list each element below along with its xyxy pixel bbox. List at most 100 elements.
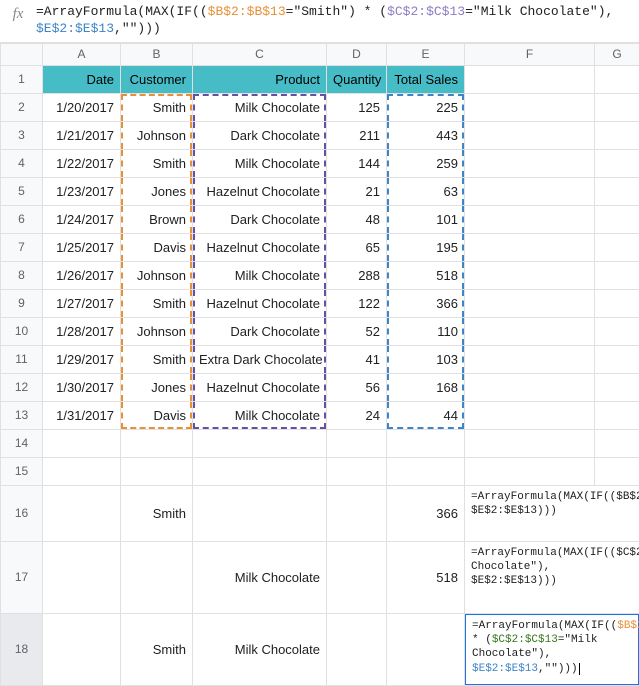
cell[interactable] [595,93,639,121]
formula-text-cell[interactable]: =ArrayFormula(MAX(IF(($C$2:$C$13="Milk C… [465,541,639,613]
cell-product[interactable]: Milk Chocolate [193,261,327,289]
cell-date[interactable]: 1/26/2017 [43,261,121,289]
cell-qty[interactable]: 211 [327,121,387,149]
header-customer[interactable]: Customer [121,65,193,93]
cell[interactable] [465,317,595,345]
cell-sales[interactable]: 101 [387,205,465,233]
cell[interactable] [465,289,595,317]
formula-text-cell[interactable]: =ArrayFormula(MAX(IF(($B$2:$B$13="Smith"… [465,485,639,541]
cell[interactable] [121,541,193,613]
cell-customer[interactable]: Jones [121,177,193,205]
cell[interactable] [193,457,327,485]
cell[interactable] [465,121,595,149]
cell[interactable] [465,345,595,373]
cell-customer[interactable]: Jones [121,373,193,401]
row-header[interactable]: 18 [1,613,43,685]
cell[interactable] [327,613,387,685]
row-header[interactable]: 8 [1,261,43,289]
cell-qty[interactable]: 122 [327,289,387,317]
cell-customer[interactable]: Smith [121,289,193,317]
row-header[interactable]: 12 [1,373,43,401]
cell[interactable] [465,457,595,485]
row-header[interactable]: 10 [1,317,43,345]
cell-customer[interactable]: Johnson [121,261,193,289]
row-header[interactable]: 4 [1,149,43,177]
cell[interactable]: Milk Chocolate [193,541,327,613]
cell[interactable] [43,485,121,541]
cell[interactable]: Milk Chocolate [193,613,327,685]
cell[interactable]: 366 [387,485,465,541]
col-header-d[interactable]: D [327,43,387,65]
cell[interactable] [465,233,595,261]
cell[interactable] [327,429,387,457]
cell[interactable] [121,457,193,485]
cell-product[interactable]: Dark Chocolate [193,317,327,345]
corner-cell[interactable] [1,43,43,65]
cell-editor[interactable]: =ArrayFormula(MAX(IF(($B$2:$B$13="Smith"… [465,613,639,685]
cell[interactable] [327,457,387,485]
cell-date[interactable]: 1/24/2017 [43,205,121,233]
cell-product[interactable]: Hazelnut Chocolate [193,177,327,205]
cell[interactable]: Smith [121,485,193,541]
cell-sales[interactable]: 366 [387,289,465,317]
cell[interactable] [465,429,595,457]
cell[interactable] [465,205,595,233]
cell-e18[interactable]: 259 × [387,613,465,685]
col-header-f[interactable]: F [465,43,595,65]
cell[interactable] [465,373,595,401]
cell[interactable] [465,261,595,289]
cell[interactable] [43,457,121,485]
col-header-g[interactable]: G [595,43,639,65]
cell-date[interactable]: 1/31/2017 [43,401,121,429]
cell[interactable] [43,541,121,613]
cell[interactable] [595,233,639,261]
row-header[interactable]: 11 [1,345,43,373]
cell[interactable] [327,485,387,541]
cell[interactable] [43,613,121,685]
cell-qty[interactable]: 21 [327,177,387,205]
cell-sales[interactable]: 518 [387,261,465,289]
cell-product[interactable]: Milk Chocolate [193,149,327,177]
cell[interactable] [595,149,639,177]
cell-sales[interactable]: 195 [387,233,465,261]
cell-sales[interactable]: 103 [387,345,465,373]
cell-customer[interactable]: Smith [121,93,193,121]
cell-customer[interactable]: Johnson [121,121,193,149]
cell[interactable] [465,401,595,429]
cell[interactable] [387,457,465,485]
cell-customer[interactable]: Brown [121,205,193,233]
row-header[interactable]: 15 [1,457,43,485]
cell-qty[interactable]: 41 [327,345,387,373]
cell-date[interactable]: 1/30/2017 [43,373,121,401]
row-header[interactable]: 2 [1,93,43,121]
cell-product[interactable]: Milk Chocolate [193,401,327,429]
cell-qty[interactable]: 52 [327,317,387,345]
cell-qty[interactable]: 48 [327,205,387,233]
cell[interactable] [595,429,639,457]
cell[interactable] [465,177,595,205]
row-header[interactable]: 9 [1,289,43,317]
cell-sales[interactable]: 44 [387,401,465,429]
cell-date[interactable]: 1/20/2017 [43,93,121,121]
cell-qty[interactable]: 24 [327,401,387,429]
cell-qty[interactable]: 56 [327,373,387,401]
header-product[interactable]: Product [193,65,327,93]
row-header[interactable]: 1 [1,65,43,93]
cell[interactable] [595,345,639,373]
cell[interactable] [595,65,639,93]
formula-bar[interactable]: fx =ArrayFormula(MAX(IF(($B$2:$B$13="Smi… [0,0,639,43]
cell-sales[interactable]: 110 [387,317,465,345]
cell-date[interactable]: 1/25/2017 [43,233,121,261]
cell[interactable] [595,261,639,289]
col-header-e[interactable]: E [387,43,465,65]
row-header[interactable]: 14 [1,429,43,457]
cell-date[interactable]: 1/21/2017 [43,121,121,149]
row-header[interactable]: 5 [1,177,43,205]
cell[interactable] [387,429,465,457]
cell-qty[interactable]: 144 [327,149,387,177]
cell-f18-editing[interactable]: =ArrayFormula(MAX(IF(($B$2:$B$13="Smith"… [465,613,639,685]
cell-qty[interactable]: 65 [327,233,387,261]
row-header[interactable]: 16 [1,485,43,541]
col-header-b[interactable]: B [121,43,193,65]
cell-sales[interactable]: 443 [387,121,465,149]
